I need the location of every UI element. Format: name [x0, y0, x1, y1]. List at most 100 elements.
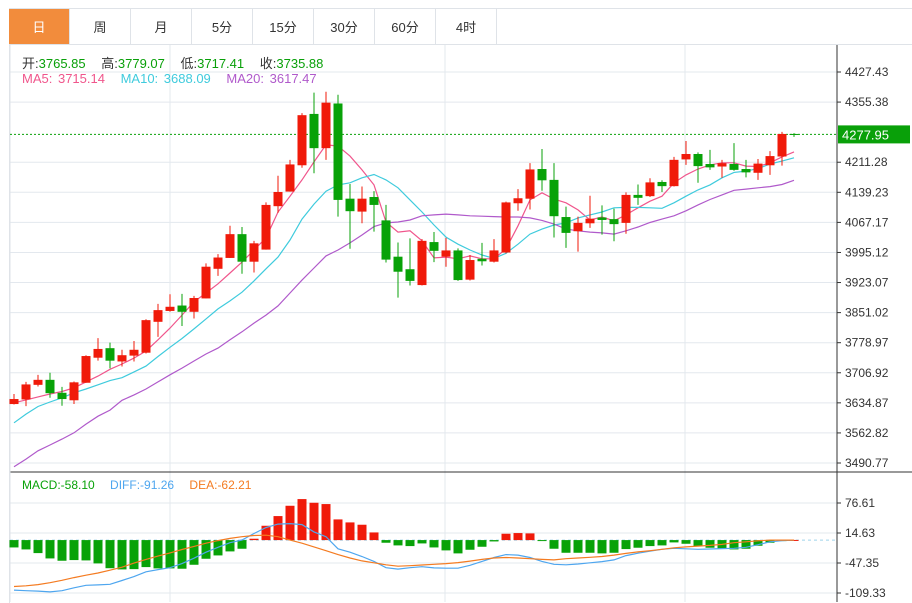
macd-bar — [285, 505, 295, 541]
candle-body — [441, 250, 451, 257]
candle-body — [189, 298, 199, 312]
macd-bar — [609, 540, 619, 553]
candle-body — [93, 348, 103, 358]
candle-body — [393, 256, 403, 272]
macd-bar — [657, 540, 667, 546]
macd-bar — [453, 540, 463, 554]
candle-body — [33, 379, 43, 385]
macd-bar — [693, 540, 703, 547]
candle-body — [57, 392, 67, 400]
close-value: 3735.88 — [276, 56, 324, 71]
macd-bar — [405, 540, 415, 547]
macd-bar — [141, 540, 151, 568]
candle-body — [177, 305, 187, 312]
candle-body — [549, 179, 559, 217]
candle-body — [489, 250, 499, 262]
candle-body — [621, 194, 631, 223]
macd-bar — [33, 540, 43, 554]
candle-body — [153, 310, 163, 322]
y-axis-label: 4427.43 — [845, 65, 889, 79]
macd-bar — [69, 540, 79, 561]
candle-body — [465, 260, 475, 280]
candle-body — [381, 220, 391, 260]
y-axis-label: 4067.17 — [845, 215, 889, 229]
macd-bar — [441, 540, 451, 551]
close-label: 收: — [259, 56, 277, 71]
low-label: 低: — [180, 56, 198, 71]
ma-info: MA5: 3715.14 MA10: 3688.09 MA20: 3617.47 — [22, 71, 319, 86]
candle-body — [561, 217, 571, 233]
y-axis-label: 3490.77 — [845, 456, 889, 470]
y-axis-label: 3706.92 — [845, 366, 889, 380]
macd-bar — [561, 540, 571, 553]
candle-body — [585, 218, 595, 224]
macd-bar — [45, 540, 55, 559]
candle-body — [657, 181, 667, 187]
macd-axis-label: 14.63 — [845, 526, 875, 540]
ma10-label: MA10: — [120, 71, 159, 86]
candle-body — [21, 384, 31, 400]
candle-body — [513, 198, 523, 204]
y-axis-label: 4211.28 — [845, 155, 888, 169]
ma-line-ma20 — [13, 179, 795, 468]
candle-body — [141, 320, 151, 353]
macd-bar — [621, 540, 631, 550]
macd-bar — [501, 533, 511, 541]
candle-body — [501, 202, 511, 253]
macd-bar — [573, 540, 583, 553]
macd-label: MACD: — [22, 478, 61, 492]
macd-axis-label: 76.61 — [845, 496, 875, 510]
candle-body — [669, 159, 679, 187]
macd-bar — [381, 540, 391, 543]
candle-body — [525, 169, 535, 199]
candle-body — [309, 113, 319, 149]
macd-bar — [669, 540, 679, 543]
macd-bar — [489, 540, 499, 542]
macd-bar — [189, 540, 199, 565]
open-value: 3765.85 — [38, 56, 86, 71]
dea-label: DEA: — [189, 478, 218, 492]
macd-bar — [117, 540, 127, 570]
y-axis-label: 3923.07 — [845, 276, 889, 290]
y-axis-label: 4355.38 — [845, 95, 889, 109]
candle-body — [753, 163, 763, 173]
candle-body — [69, 382, 79, 401]
kline-chart[interactable]: 4427.43 4355.38 4211.28 4139.23 4067.17 3995.… — [0, 0, 912, 603]
macd-bar — [477, 540, 487, 547]
ma20-label: MA20: — [226, 71, 264, 86]
macd-info: MACD:-58.10 DIFF:-91.26 DEA:-62.21 — [22, 478, 251, 492]
candle-body — [681, 153, 691, 160]
macd-bar — [513, 533, 523, 541]
candle-body — [405, 269, 415, 281]
macd-bar — [417, 540, 427, 544]
y-axis-label: 3851.02 — [845, 306, 889, 320]
ma-line-ma10 — [13, 157, 795, 424]
candle-body — [429, 242, 439, 251]
candle-body — [777, 133, 787, 157]
macd-bar — [537, 540, 547, 542]
macd-bar — [393, 540, 403, 546]
candle-body — [537, 169, 547, 181]
macd-bar — [429, 540, 439, 548]
diff-value: -91.26 — [140, 478, 175, 492]
candle-body — [273, 191, 283, 207]
high-label: 高: — [101, 56, 118, 71]
candle-body — [201, 266, 211, 299]
candle-body — [129, 349, 139, 356]
candle-body — [789, 133, 799, 135]
macd-bar — [93, 540, 103, 564]
ohlc-info: 开:3765.85 高:3779.07 低:3717.41 收:3735.88 — [22, 53, 335, 72]
macd-bar — [681, 540, 691, 544]
candle-body — [81, 356, 91, 383]
candle-body — [477, 258, 487, 262]
macd-bar — [237, 540, 247, 549]
candle-body — [237, 234, 247, 262]
macd-value: -58.10 — [60, 478, 95, 492]
ma20-value: 3617.47 — [269, 71, 317, 86]
candle-body — [261, 204, 271, 250]
candle-body — [705, 164, 715, 168]
ma5-value: 3715.14 — [57, 71, 105, 86]
y-axis-label: 4139.23 — [845, 185, 889, 199]
candle-body — [225, 234, 235, 258]
macd-bar — [357, 524, 367, 541]
